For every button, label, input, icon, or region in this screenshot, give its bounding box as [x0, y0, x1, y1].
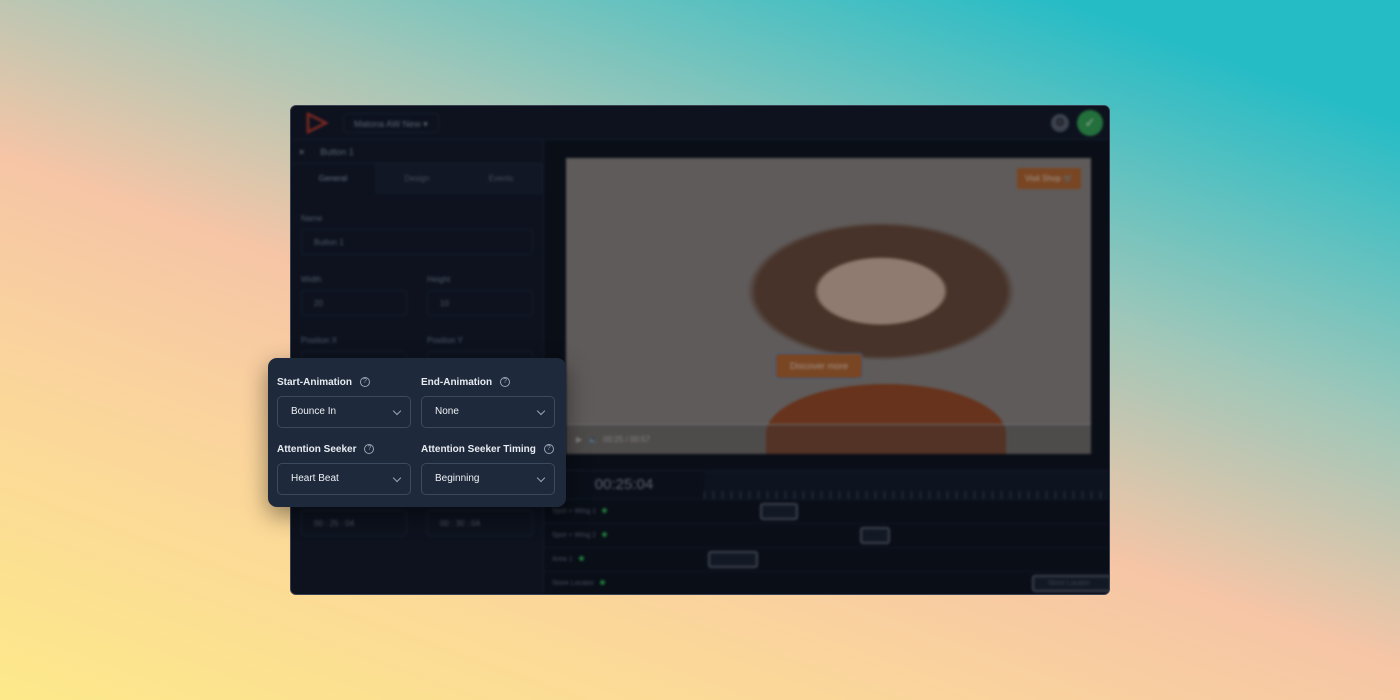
end-animation-label: End-Animation	[421, 376, 493, 388]
attention-seeker-select[interactable]: Heart Beat	[277, 463, 411, 495]
attention-seeker-timing-label: Attention Seeker Timing	[421, 443, 536, 455]
start-animation-value: Bounce In	[291, 406, 337, 417]
attention-seeker-label: Attention Seeker	[277, 443, 357, 455]
chevron-down-icon	[392, 473, 402, 483]
chevron-down-icon	[536, 406, 546, 416]
start-animation-label: Start-Animation	[277, 376, 352, 388]
animation-popover: Start-Animation? Bounce In End-Animation…	[268, 358, 566, 507]
start-animation-select[interactable]: Bounce In	[277, 396, 411, 428]
dim-overlay	[291, 106, 1109, 594]
attention-seeker-timing-select[interactable]: Beginning	[421, 463, 555, 495]
end-animation-select[interactable]: None	[421, 396, 555, 428]
attention-seeker-value: Heart Beat	[291, 473, 339, 484]
end-animation-value: None	[435, 406, 459, 417]
help-icon[interactable]: ?	[364, 444, 375, 454]
chevron-down-icon	[536, 473, 546, 483]
help-icon[interactable]: ?	[500, 377, 511, 387]
help-icon[interactable]: ?	[543, 444, 554, 454]
help-icon[interactable]: ?	[360, 377, 370, 387]
attention-seeker-timing-value: Beginning	[435, 473, 480, 484]
editor-window: Matona AW New ▾ ⚙ ✓ × Button 1 General De…	[290, 105, 1110, 595]
chevron-down-icon	[392, 406, 402, 416]
